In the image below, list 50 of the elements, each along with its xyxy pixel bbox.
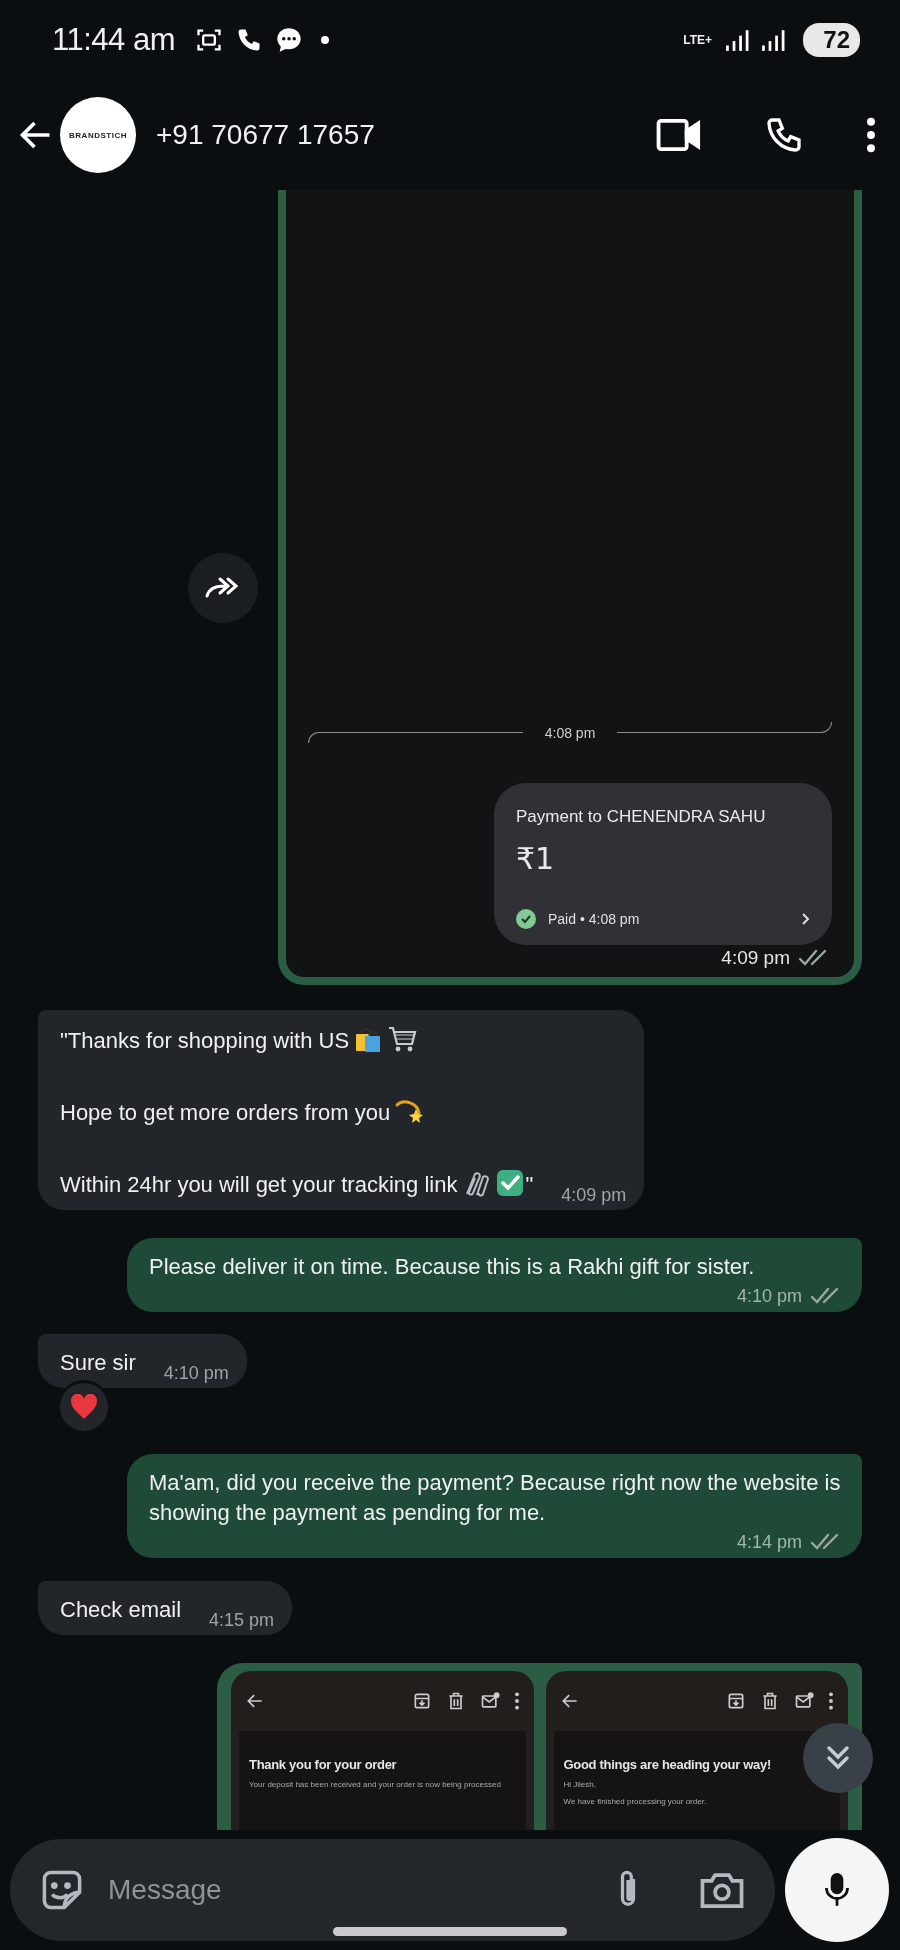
more-options-icon: [828, 1691, 834, 1711]
divider-time: 4:08 pm: [544, 724, 596, 741]
message-text: Hope to get more orders from you: [60, 1100, 391, 1125]
message-text: Check email: [60, 1597, 182, 1622]
message-text: Sure sir: [60, 1350, 136, 1375]
timestamp: 4:14 pm: [736, 1533, 802, 1551]
timestamp: 4:09 pm: [721, 947, 790, 969]
camera-icon[interactable]: [699, 1870, 745, 1910]
timestamp: 4:10 pm: [736, 1287, 802, 1305]
message-input-bar[interactable]: Message: [10, 1839, 775, 1941]
more-options-icon: [513, 1691, 520, 1711]
video-call-icon[interactable]: [656, 118, 702, 152]
timestamp: 4:09 pm: [561, 1186, 627, 1204]
mail-icon: [794, 1691, 814, 1711]
avatar[interactable]: BRANDSTICH: [60, 97, 136, 173]
archive-icon: [726, 1691, 746, 1711]
phone-icon[interactable]: [764, 115, 804, 155]
message-text: Within 24hr you will get your tracking link: [60, 1172, 458, 1197]
chevron-right-icon: [800, 911, 810, 927]
sticker-icon[interactable]: [40, 1868, 84, 1912]
timestamp: 4:10 pm: [163, 1364, 229, 1382]
message-text: Ma'am, did you receive the payment? Because right now the website is showing the payment as pending for me.: [149, 1470, 841, 1525]
message-text: Please deliver it on time. Because this is a Rakhi gift for sister.: [149, 1254, 755, 1279]
email-heading: Thank you for your order: [249, 1757, 398, 1772]
screenshots-bubble[interactable]: Thank you for your order Your deposit has been received and your order is now being processed Good things are heading your way! Hi Jilesh, We have finished processing your order.: [217, 1663, 862, 1830]
signal-icon: [761, 28, 786, 52]
email-text: We have finished processing your order.: [563, 1797, 708, 1806]
chat-bubble-icon: [274, 26, 303, 54]
payment-title: Payment to CHENENDRA SAHU: [516, 807, 767, 827]
contact-name[interactable]: +91 70677 17657: [156, 119, 375, 151]
message-text: "Thanks for shopping with US: [60, 1028, 350, 1053]
email-heading: Good things are heading your way!: [563, 1757, 772, 1772]
more-options-icon[interactable]: [866, 117, 876, 153]
message-field[interactable]: Message: [106, 1864, 617, 1916]
notification-dot: [320, 36, 329, 44]
timestamp: 4:15 pm: [209, 1611, 275, 1629]
microphone-icon: [824, 1871, 850, 1909]
shared-screenshot[interactable]: 4:08 pm Payment to CHENENDRA SAHU ₹1 Paid • 4:08 pm 4:09 pm: [278, 190, 862, 985]
check-circle-icon: [516, 909, 536, 929]
mail-icon: [479, 1691, 500, 1711]
email-text: Hi Jilesh,: [563, 1780, 597, 1789]
trash-icon: [760, 1691, 780, 1711]
payment-amount: ₹1: [516, 841, 556, 876]
message-text: ": [525, 1172, 534, 1197]
email-text: Your deposit has been received and your order is now being processed: [249, 1780, 502, 1789]
battery-indicator: 72: [803, 23, 860, 57]
payment-status: Paid • 4:08 pm: [548, 911, 640, 927]
signal-icon: [725, 28, 750, 52]
network-type: LTE+: [683, 34, 714, 46]
clock-time: 11:44 am: [52, 22, 175, 58]
